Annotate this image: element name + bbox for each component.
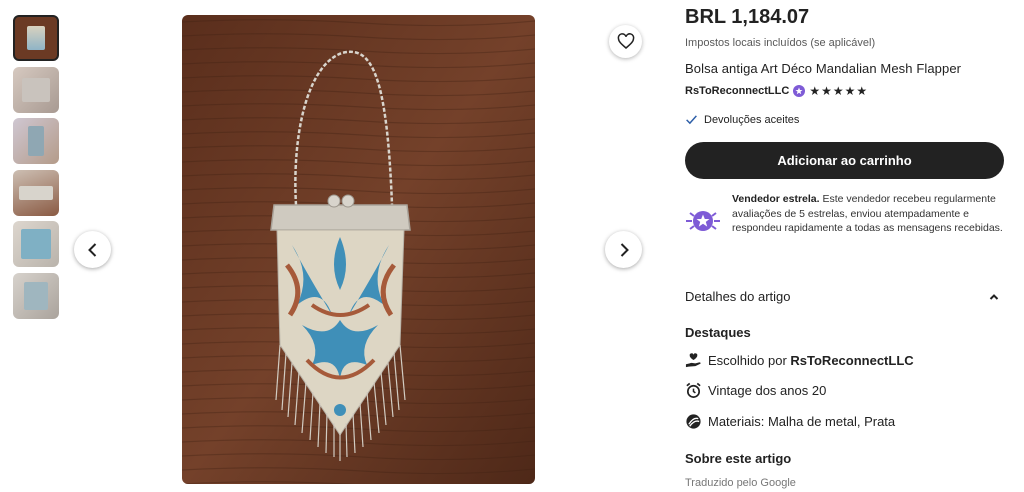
star-seller-label: Vendedor estrela. — [732, 193, 820, 205]
main-product-image[interactable] — [182, 15, 535, 484]
favorite-button[interactable] — [609, 25, 642, 58]
returns-row: Devoluções aceites — [685, 113, 799, 126]
star-seller-small-icon — [793, 85, 806, 97]
chosen-by-prefix: Escolhido por — [708, 353, 791, 368]
listing-title: Bolsa antiga Art Déco Mandalian Mesh Fla… — [685, 61, 962, 76]
highlight-chosen-by: Escolhido por RsToReconnectLLC — [685, 352, 914, 369]
thumbnail-3[interactable] — [13, 118, 59, 164]
highlight-vintage: Vintage dos anos 20 — [685, 382, 826, 399]
seller-name-link[interactable]: RsToReconnectLLC — [685, 85, 789, 97]
chevron-right-icon — [620, 242, 629, 257]
alarm-clock-icon — [686, 382, 701, 398]
thumbnail-1[interactable] — [13, 15, 59, 61]
chevron-left-icon — [87, 242, 96, 257]
rating-stars[interactable]: ★★★★★ — [809, 84, 868, 98]
thumbnail-2[interactable] — [13, 66, 59, 113]
highlight-materials: Materiais: Malha de metal, Prata — [685, 413, 895, 430]
item-details-title: Detalhes do artigo — [685, 289, 791, 304]
materials-icon — [686, 414, 701, 429]
thumbnail-strip — [13, 15, 61, 324]
thumbnail-6[interactable] — [13, 272, 59, 319]
vintage-text: Vintage dos anos 20 — [708, 383, 827, 398]
seller-row: RsToReconnectLLC ★★★★★ — [685, 84, 868, 98]
check-icon — [686, 115, 697, 125]
price: BRL 1,184.07 — [685, 6, 810, 28]
about-item-title: Sobre este artigo — [685, 451, 792, 466]
returns-text[interactable]: Devoluções aceites — [704, 114, 799, 126]
thumbnail-4[interactable] — [13, 169, 59, 216]
star-seller-badge-icon — [686, 211, 720, 231]
next-image-button[interactable] — [605, 231, 642, 268]
chosen-by-seller-link[interactable]: RsToReconnectLLC — [790, 353, 913, 368]
add-to-cart-button[interactable]: Adicionar ao carrinho — [685, 142, 1004, 179]
heart-icon — [617, 32, 634, 49]
previous-image-button[interactable] — [74, 231, 111, 268]
highlights-title: Destaques — [685, 325, 751, 340]
thumbnail-5[interactable] — [13, 221, 59, 267]
purse-photo — [182, 15, 535, 484]
hand-heart-icon — [685, 353, 701, 368]
tax-note: Impostos locais incluídos (se aplicável) — [685, 37, 876, 49]
item-details-toggle[interactable]: Detalhes do artigo — [685, 289, 1005, 304]
star-seller-text: Vendedor estrela. Este vendedor recebeu … — [732, 192, 1005, 236]
chevron-up-icon — [989, 293, 999, 300]
translated-by-google[interactable]: Traduzido pelo Google — [685, 477, 796, 489]
materials-text: Materiais: Malha de metal, Prata — [708, 414, 896, 429]
